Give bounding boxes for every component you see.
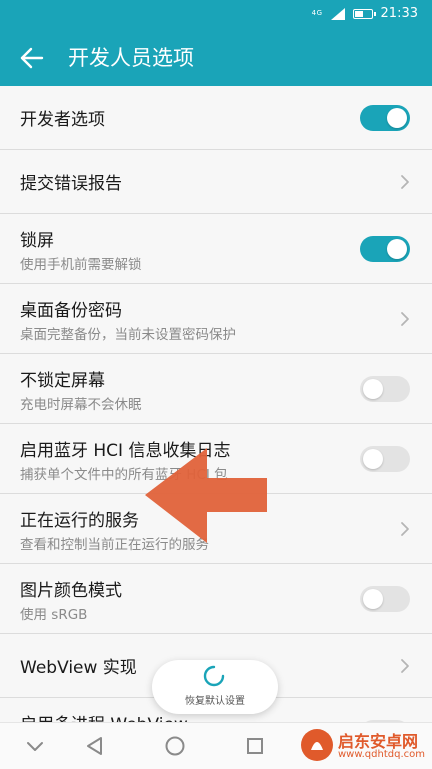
toggle-knob bbox=[387, 108, 407, 128]
toggle-knob bbox=[363, 589, 383, 609]
chevron-right-icon bbox=[401, 312, 409, 326]
settings-toggle[interactable] bbox=[360, 376, 410, 402]
settings-row-title: 桌面备份密码 bbox=[20, 301, 122, 321]
chevron-right-icon bbox=[401, 659, 409, 673]
network-type-label: 4G bbox=[311, 9, 323, 17]
settings-row-title: 锁屏 bbox=[20, 231, 54, 251]
restore-defaults-button[interactable]: 恢复默认设置 bbox=[152, 660, 278, 714]
settings-row-subtitle: 充电时屏幕不会休眠 bbox=[20, 397, 142, 413]
settings-row[interactable]: 图片颜色模式使用 sRGB bbox=[0, 564, 432, 634]
settings-toggle[interactable] bbox=[360, 446, 410, 472]
status-bar: 4G 21:33 bbox=[0, 0, 432, 30]
back-arrow-icon[interactable] bbox=[18, 44, 46, 72]
chevron-down-icon[interactable] bbox=[22, 733, 48, 759]
settings-row-title: 正在运行的服务 bbox=[20, 511, 139, 531]
settings-toggle[interactable] bbox=[360, 586, 410, 612]
settings-row-subtitle: 桌面完整备份，当前未设置密码保护 bbox=[20, 327, 236, 343]
home-circle-icon[interactable] bbox=[162, 733, 188, 759]
settings-row-title: 启用多进程 WebView bbox=[20, 710, 188, 722]
pointer-arrow-icon bbox=[145, 448, 267, 543]
recents-square-icon[interactable] bbox=[242, 733, 268, 759]
signal-icon bbox=[330, 7, 345, 20]
settings-row[interactable]: 锁屏使用手机前需要解锁 bbox=[0, 214, 432, 284]
settings-toggle[interactable] bbox=[360, 105, 410, 131]
status-time: 21:33 bbox=[380, 6, 418, 21]
settings-row[interactable]: 桌面备份密码桌面完整备份，当前未设置密码保护 bbox=[0, 284, 432, 354]
settings-row[interactable]: 提交错误报告 bbox=[0, 150, 432, 214]
refresh-icon bbox=[203, 665, 225, 687]
battery-fill bbox=[354, 10, 363, 17]
settings-row-title: 不锁定屏幕 bbox=[20, 371, 105, 391]
battery-icon bbox=[352, 8, 376, 19]
chevron-right-icon bbox=[401, 522, 409, 536]
settings-toggle[interactable] bbox=[360, 236, 410, 262]
watermark-logo-icon bbox=[301, 729, 333, 761]
settings-list: 开发者选项提交错误报告 锁屏使用手机前需要解锁桌面备份密码桌面完整备份，当前未设置… bbox=[0, 86, 432, 722]
toggle-knob bbox=[387, 239, 407, 259]
toggle-knob bbox=[363, 379, 383, 399]
settings-row-title: WebView 实现 bbox=[20, 658, 137, 678]
toggle-knob bbox=[363, 449, 383, 469]
settings-row-title: 开发者选项 bbox=[20, 110, 105, 130]
app-bar: 开发人员选项 bbox=[0, 30, 432, 86]
settings-row-subtitle: 使用手机前需要解锁 bbox=[20, 257, 142, 273]
watermark: 启东安卓网 www.qdhtdq.com bbox=[300, 722, 428, 768]
restore-defaults-label: 恢复默认设置 bbox=[185, 696, 245, 707]
chevron-right-icon bbox=[401, 175, 409, 189]
status-icons: 4G 21:33 bbox=[312, 6, 418, 21]
settings-row[interactable]: 开发者选项 bbox=[0, 86, 432, 150]
settings-row-title: 图片颜色模式 bbox=[20, 581, 122, 601]
watermark-url: www.qdhtdq.com bbox=[338, 749, 425, 760]
page-title: 开发人员选项 bbox=[68, 46, 194, 70]
settings-row[interactable]: 不锁定屏幕充电时屏幕不会休眠 bbox=[0, 354, 432, 424]
settings-row-title: 提交错误报告 bbox=[20, 174, 122, 194]
settings-row-subtitle: 使用 sRGB bbox=[20, 607, 88, 623]
back-triangle-icon[interactable] bbox=[82, 733, 108, 759]
